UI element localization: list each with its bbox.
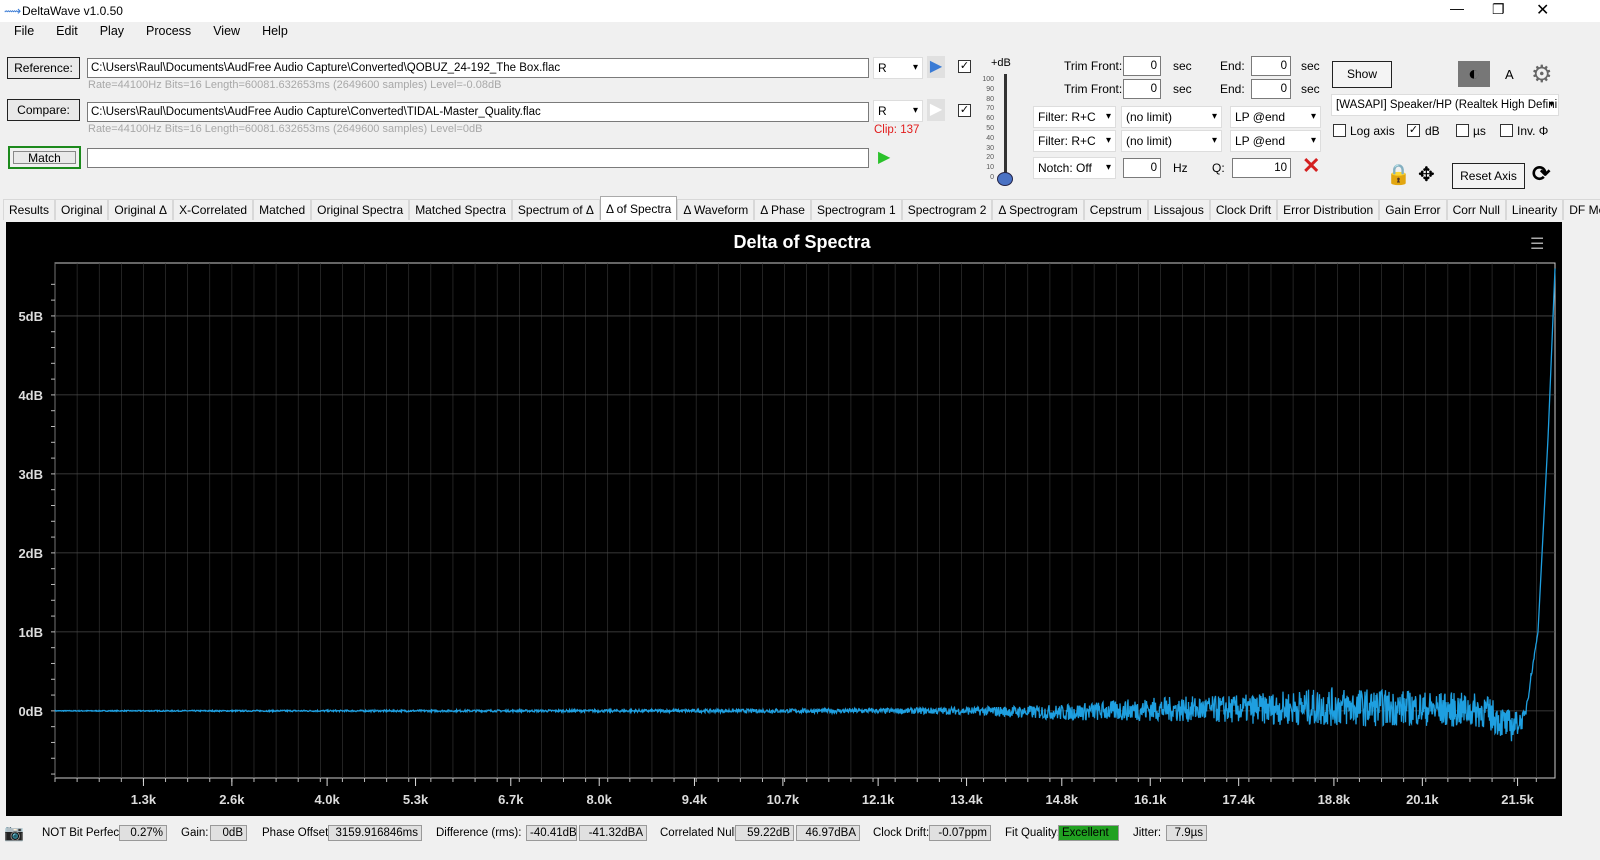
x-tick-label: 5.3k [403,792,429,807]
x-tick-label: 20.1k [1406,792,1439,807]
x-tick-label: 18.8k [1318,792,1351,807]
y-tick-label: 5dB [18,309,43,324]
y-tick-label: 4dB [18,388,43,403]
plot-frame [54,262,1556,779]
x-tick-label: 1.3k [131,792,157,807]
x-tick-label: 16.1k [1134,792,1167,807]
phase-offset-value: 3159.916846ms [328,825,422,841]
correlated-null-dba-value: 46.97dBA [796,825,860,841]
fit-quality-value: Excellent [1058,825,1119,841]
difference-label: Difference (rms): [436,827,522,839]
x-tick-label: 4.0k [314,792,340,807]
clock-drift-label: Clock Drift: [873,827,930,839]
bit-perfect-value: 0.27% [119,825,167,841]
gain-value: 0dB [210,825,247,841]
x-tick-label: 8.0k [587,792,613,807]
x-tick-label: 13.4k [950,792,983,807]
difference-db-value: -40.41dB [526,825,577,841]
y-tick-label: 3dB [18,467,43,482]
jitter-value: 7.9µs [1166,825,1207,841]
camera-icon[interactable]: 📷 [4,823,24,843]
series-line [54,268,1556,742]
x-tick-label: 21.5k [1501,792,1534,807]
x-tick-label: 9.4k [682,792,708,807]
gain-label: Gain: [181,827,209,839]
y-tick-label: 0dB [18,704,43,719]
x-tick-label: 6.7k [498,792,524,807]
clock-drift-value: -0.07ppm [929,825,991,841]
bit-perfect-label: NOT Bit Perfect [42,827,123,839]
x-tick-label: 12.1k [862,792,895,807]
fit-quality-label: Fit Quality: [1005,827,1060,839]
y-tick-label: 1dB [18,625,43,640]
correlated-null-db-value: 59.22dB [735,825,794,841]
x-tick-label: 2.6k [219,792,245,807]
x-tick-label: 10.7k [767,792,800,807]
correlated-null-label: Correlated Null: [660,827,740,839]
x-tick-label: 17.4k [1222,792,1255,807]
phase-offset-label: Phase Offset: [262,827,332,839]
delta-of-spectra-plot[interactable]: 0dB 1dB 2dB 3dB 4dB 5dB 1.3k 2.6k 4.0k 5.3k 6.7k 8.… [0,0,1600,860]
jitter-label: Jitter: [1133,827,1162,839]
difference-dba-value: -41.32dBA [579,825,647,841]
x-tick-label: 14.8k [1046,792,1079,807]
y-tick-label: 2dB [18,546,43,561]
